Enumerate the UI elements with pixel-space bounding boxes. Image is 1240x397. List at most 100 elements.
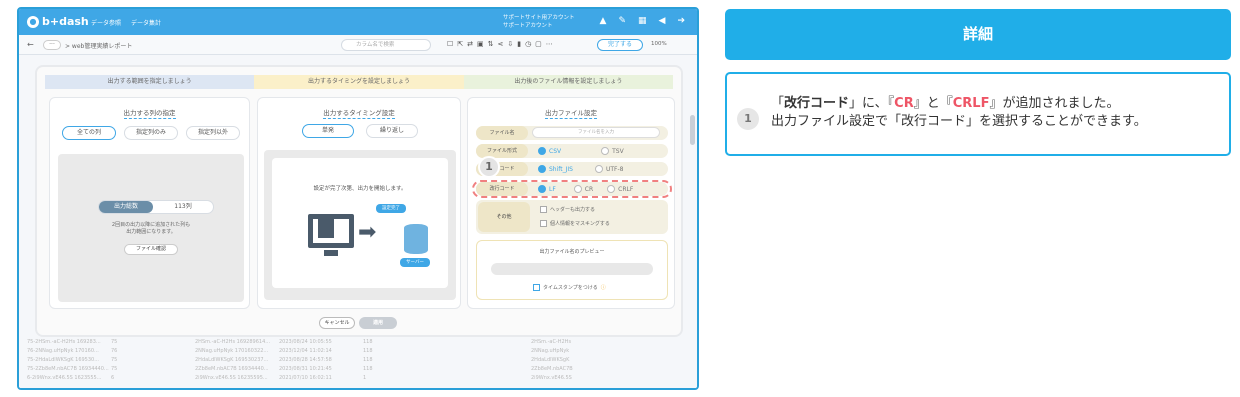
cell: 2i9Wnx.vE46.5S — [531, 375, 572, 381]
wrench-icon[interactable]: ✎ — [618, 16, 626, 26]
account-info[interactable]: サポートサイト用アカウント サポートアカウント — [503, 14, 575, 30]
panel-title-text: 出力する列の指定 — [123, 109, 176, 119]
cell: 2NNag.uHpNyk 170160322... — [195, 348, 269, 354]
file-check-button[interactable]: ファイル確認 — [124, 244, 178, 255]
step-1: 出力する範囲を指定しましょう — [45, 75, 255, 89]
detail-header: 詳細 — [725, 9, 1231, 60]
step-2: 出力するタイミングを設定しましょう — [254, 75, 464, 89]
cell: 118 — [363, 366, 373, 372]
mask-personal-checkbox[interactable]: 個人情報をマスキングする — [540, 220, 610, 227]
other-label: その他 — [478, 202, 530, 232]
account-sub: サポートアカウント — [503, 23, 553, 29]
app-logo[interactable]: ● b+dash — [27, 15, 89, 28]
cell: 75 — [111, 366, 118, 372]
step-indicator: 出力する範囲を指定しましょう 出力するタイミングを設定しましょう 出力後のファイ… — [45, 75, 673, 89]
export-settings-modal: 出力する範囲を指定しましょう 出力するタイミングを設定しましょう 出力後のファイ… — [37, 67, 681, 335]
cell: 2023/08/31 10:21:45 — [279, 366, 332, 372]
checkbox-label: 個人情報をマスキングする — [550, 221, 610, 227]
timing-illustration-area: 設定が完了次第、出力を開始します。 ➡ 設定完了 サーバー — [264, 150, 456, 300]
cell: 118 — [363, 357, 373, 363]
cell — [445, 366, 529, 375]
cell — [445, 348, 529, 357]
logout-icon[interactable]: ➔ — [677, 16, 685, 26]
callout-marker: 1 — [478, 156, 500, 178]
cell: 2HdaLdlWKSgK — [531, 357, 570, 363]
encoding-utf8-radio[interactable]: UTF-8 — [595, 165, 624, 173]
output-count-label: 出力総数 — [99, 201, 153, 213]
info-icon[interactable]: ⓘ — [601, 284, 606, 291]
toolbar: ← ··· > web管理実績レポート カラム名で検索 ☐⇱⇄▣⇅⋖⇩▮◷▢⋯ … — [19, 35, 697, 55]
nav-data-aggregate[interactable]: データ集計 — [131, 18, 161, 27]
header-output-checkbox[interactable]: ヘッダーも出力する — [540, 206, 595, 213]
timing-panel: 出力するタイミング設定 単発 繰り返し 設定が完了次第、出力を開始します。 ➡ … — [257, 97, 461, 309]
arrow-right-icon: ➡ — [358, 220, 377, 245]
scrollbar[interactable] — [690, 115, 695, 145]
filename-row: ファイル名 ファイル名を入力 — [476, 126, 668, 140]
column-search-input[interactable]: カラム名で検索 — [341, 39, 431, 51]
table-row: 75-2HSm.-aC-H2Hs 169283... 75 2HSm.-aC-H2H… — [25, 339, 695, 348]
nav-data-reference[interactable]: データ参照 — [91, 18, 121, 27]
bell-icon[interactable]: ▲ — [600, 16, 607, 26]
cell: 6 — [111, 375, 115, 381]
cell: 75-2HdaLdlWKSgK 169530... — [27, 357, 99, 363]
cell: 2i9Wnx.vE46.5S 16235595... — [195, 375, 268, 381]
column-selection-panel: 出力する列の指定 全ての列 指定列のみ 指定列以外 出力総数 113列 2回目の… — [49, 97, 250, 309]
account-name: サポートサイト用アカウント — [503, 15, 575, 21]
cell: 2Zb8eM.nbAC7B — [531, 366, 573, 372]
top-nav: データ参照 データ集計 — [91, 18, 161, 27]
cancel-button[interactable]: キャンセル — [319, 317, 355, 329]
crlf-term: CRLF — [952, 96, 990, 111]
cell: 2HSm.-aC-H2Hs 169289614... — [195, 339, 271, 345]
cell: 2023/08/24 10:05:55 — [279, 339, 332, 345]
radio-label: Shift_JIS — [549, 165, 573, 173]
speaker-icon[interactable]: ◀ — [659, 16, 666, 26]
more-button[interactable]: ··· — [43, 40, 61, 50]
except-columns-option[interactable]: 指定列以外 — [186, 126, 240, 140]
filename-preview: 出力ファイル名のプレビュー タイムスタンプをつける ⓘ — [476, 240, 668, 300]
detail-line-1: 「改行コード」に、『CR』と『CRLF』が追加されました。 — [771, 95, 1147, 113]
timestamp-checkbox[interactable]: タイムスタンプをつける ⓘ — [533, 284, 606, 291]
selected-columns-option[interactable]: 指定列のみ — [124, 126, 178, 140]
text-part: 「 — [771, 96, 785, 111]
toolbar-icons[interactable]: ☐⇱⇄▣⇅⋖⇩▮◷▢⋯ — [447, 40, 557, 48]
cell: 76 — [111, 348, 118, 354]
panel-title-text: 出力するタイミング設定 — [323, 109, 395, 119]
column-summary-area: 出力総数 113列 2回目の出力以降に追加された列も 出力範囲になります。 ファ… — [58, 154, 244, 302]
cell: 75-2HSm.-aC-H2Hs 169283... — [27, 339, 101, 345]
output-count: 出力総数 113列 — [98, 200, 214, 214]
column-note: 2回目の出力以降に追加された列も 出力範囲になります。 — [58, 222, 244, 236]
panel-title: 出力ファイル設定 — [468, 107, 674, 119]
radio-label: TSV — [612, 147, 624, 155]
checkbox-label: タイムスタンプをつける — [543, 285, 598, 291]
checkbox-label: ヘッダーも出力する — [550, 207, 596, 213]
text-part: 」に、『 — [849, 96, 895, 111]
repeat-option[interactable]: 繰り返し — [366, 124, 418, 138]
cell: 1 — [363, 375, 367, 381]
apply-button[interactable]: 適用 — [359, 317, 397, 329]
cell: 2HdaLdlWKSgK 169530237... — [195, 357, 269, 363]
grid-icon[interactable]: ▦ — [638, 16, 647, 26]
all-columns-option[interactable]: 全ての列 — [62, 126, 116, 140]
cell — [445, 339, 529, 348]
timing-message: 設定が完了次第、出力を開始します。 — [313, 186, 407, 192]
back-button[interactable]: ← — [27, 40, 39, 50]
cr-term: CR — [894, 96, 914, 111]
encoding-row: 文字コード Shift_JIS UTF-8 — [476, 162, 668, 176]
encoding-sjis-radio[interactable]: Shift_JIS — [538, 165, 573, 173]
format-tsv-radio[interactable]: TSV — [601, 147, 624, 155]
monitor-stand-icon — [324, 250, 338, 256]
done-button[interactable]: 完了する — [597, 39, 643, 51]
zoom-level[interactable]: 100% — [651, 41, 667, 47]
format-csv-radio[interactable]: CSV — [538, 147, 561, 155]
cell: 2023/08/28 14:57:58 — [279, 357, 332, 363]
other-options-row: その他 ヘッダーも出力する 個人情報をマスキングする — [476, 200, 668, 234]
once-option[interactable]: 単発 — [302, 124, 354, 138]
cell: 75 — [111, 357, 118, 363]
cell: 118 — [363, 348, 373, 354]
filename-input[interactable]: ファイル名を入力 — [532, 127, 660, 138]
file-settings-panel: 出力ファイル設定 ファイル名 ファイル名を入力 ファイル形式 CSV TSV 文… — [467, 97, 675, 309]
panel-title-text: 出力ファイル設定 — [545, 109, 597, 119]
panel-title: 出力する列の指定 — [50, 107, 249, 119]
cell: 2Zb8eM.nbAC7B 16934440... — [195, 366, 269, 372]
cell: 2NNag.uHpNyk — [531, 348, 570, 354]
